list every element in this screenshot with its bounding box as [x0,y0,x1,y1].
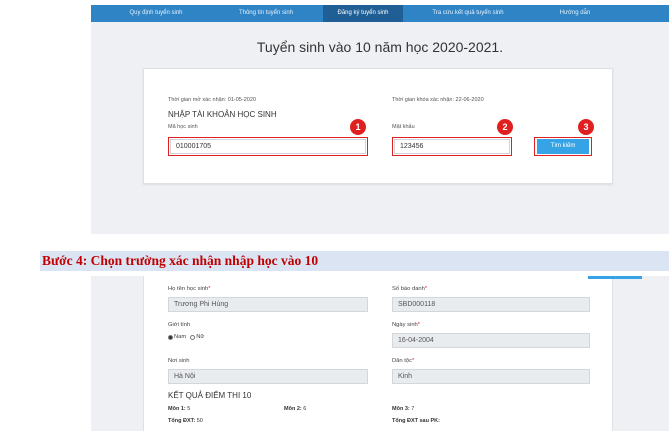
login-heading: NHẬP TÀI KHOẢN HỌC SINH [168,110,277,119]
page-title: Tuyển sinh vào 10 năm học 2020-2021. [256,39,504,55]
password-label: Mật khẩu [392,124,415,130]
nav-item-thong-tin[interactable]: Thông tin tuyển sinh [221,5,311,22]
radio-nu[interactable] [190,334,196,340]
highlight-student-id [168,137,368,156]
dob-field: 16-04-2004 [392,333,590,348]
dob-label: Ngày sinh* [392,322,421,328]
step-heading: Bước 4: Chọn trường xác nhận nhập học và… [42,253,319,268]
total-pk-text: Tổng ĐXT sau PK: [392,418,440,424]
nav-item-quy-dinh[interactable]: Quy định tuyển sinh [91,5,221,22]
open-time-text: Thời gian mở xác nhận: 01-05-2020 [168,97,256,103]
total-text: Tổng ĐXT: 50 [168,418,203,424]
name-field: Trương Phi Hùng [168,297,368,312]
gender-label: Giới tính [168,322,191,328]
birthplace-field: Hà Nội [168,369,368,384]
login-screenshot: Quy định tuyển sinh Thông tin tuyển sinh… [91,5,669,234]
mon1-text: Môn 1: 5 [168,406,191,412]
close-time-text: Thời gian khóa xác nhận: 22-06-2020 [392,97,484,103]
highlight-password [392,137,512,156]
step-heading-bar: Bước 4: Chọn trường xác nhận nhập học và… [40,251,669,271]
name-label: Họ tên học sinh* [168,286,211,292]
results-heading: KẾT QUẢ ĐIỂM THI 10 [168,391,252,400]
mon2-text: Môn 2: 6 [284,406,307,412]
nav-item-huong-dan[interactable]: Hướng dẫn [535,5,615,22]
radio-nam-label: Nam [174,334,187,340]
ethnicity-label: Dân tộc* [392,358,415,364]
gender-radio-group: Nam Nữ [168,334,204,340]
login-card: Thời gian mở xác nhận: 01-05-2020 Thời g… [143,68,613,184]
top-navbar: Quy định tuyển sinh Thông tin tuyển sinh… [91,5,669,22]
step-marker-3: 3 [578,119,594,135]
student-info-card: Họ tên học sinh* Trương Phi Hùng Số báo … [143,276,642,431]
partial-button[interactable] [588,276,642,279]
nav-item-tra-cuu[interactable]: Tra cứu kết quả tuyển sinh [409,5,527,22]
radio-nu-label: Nữ [196,334,205,340]
sbd-field: SBD000118 [392,297,590,312]
student-id-label: Mã học sinh [168,124,198,130]
highlight-search-button [534,137,592,156]
mon3-text: Môn 3: 7 [392,406,415,412]
student-info-screenshot: Họ tên học sinh* Trương Phi Hùng Số báo … [91,276,669,431]
radio-nam[interactable] [168,334,173,340]
step-marker-1: 1 [350,119,366,135]
sbd-label: Số báo danh* [392,286,428,292]
ethnicity-field: Kinh [392,369,590,384]
nav-item-dang-ky[interactable]: Đăng ký tuyển sinh [323,5,403,22]
step-marker-2: 2 [497,119,513,135]
birthplace-label: Nơi sinh [168,358,190,364]
